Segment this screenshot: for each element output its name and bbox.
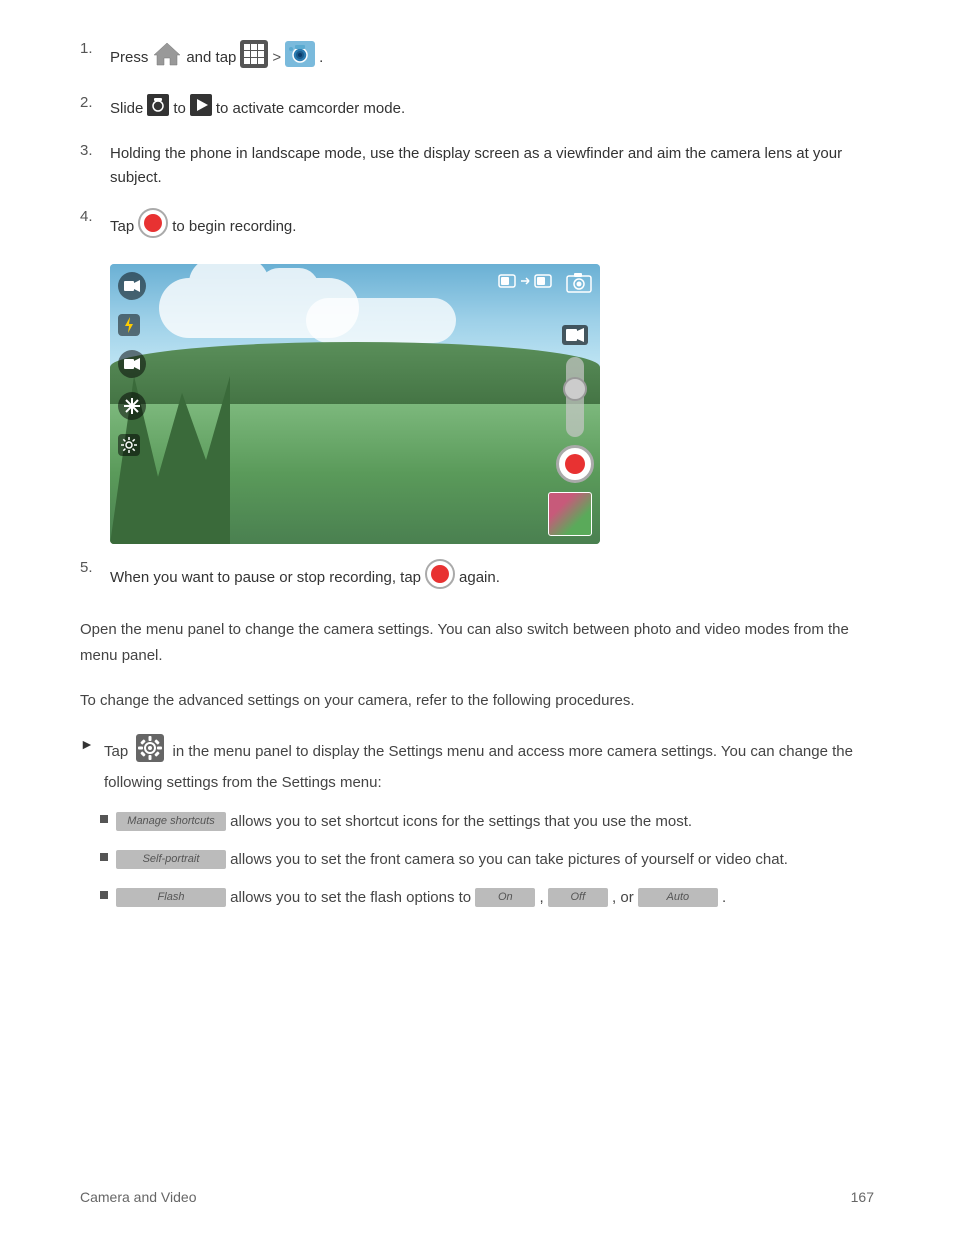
bullet-content-3: Flash allows you to set the flash option… bbox=[116, 886, 726, 910]
flash-option-2: Off bbox=[548, 888, 608, 908]
settings-gear-icon bbox=[136, 734, 164, 771]
step4-begin-label: to begin recording. bbox=[172, 215, 296, 239]
cam-icon-flash bbox=[118, 314, 140, 336]
bullet-content-2: Self-portrait allows you to set the fron… bbox=[116, 848, 788, 872]
cam-icon-scene bbox=[118, 350, 146, 378]
step-4-content: Tap to begin recording. bbox=[110, 208, 296, 246]
arrow-tap-label: Tap bbox=[104, 743, 128, 760]
step4-tap-label: Tap bbox=[110, 215, 134, 239]
footer-chapter-label: Camera and Video bbox=[80, 1189, 196, 1205]
bullet-marker-1 bbox=[100, 815, 108, 823]
step-5-content: When you want to pause or stop recording… bbox=[110, 559, 500, 597]
arrow-item-content: Tap in the menu panel to display the Set… bbox=[104, 734, 874, 796]
cam-icon-effects bbox=[118, 392, 146, 420]
flash-option-3: Auto bbox=[638, 888, 718, 908]
cam-icon-settings bbox=[118, 434, 140, 456]
step-1-content: Press and tap bbox=[110, 40, 323, 76]
bullet-list: Manage shortcuts allows you to set short… bbox=[100, 810, 874, 910]
step5-text-after: again. bbox=[459, 566, 500, 590]
step-number-3: 3. bbox=[80, 142, 110, 159]
step1-press-label: Press bbox=[110, 46, 148, 70]
step-2-content: Slide to to activate camcorder mode. bbox=[110, 94, 405, 124]
bullet-item-1: Manage shortcuts allows you to set short… bbox=[100, 810, 874, 834]
arrow-item-tap-gear: ► Tap in the menu panel to display the S… bbox=[80, 734, 874, 796]
record-button-icon bbox=[138, 208, 168, 246]
page-footer: Camera and Video 167 bbox=[80, 1189, 874, 1205]
step-number-5: 5. bbox=[80, 559, 110, 576]
step-3-content: Holding the phone in landscape mode, use… bbox=[110, 142, 874, 190]
and-tap-label: and tap bbox=[186, 46, 236, 70]
step-5: 5. When you want to pause or stop record… bbox=[80, 559, 874, 597]
cam-video-small-icon bbox=[562, 325, 588, 345]
step1-period: . bbox=[319, 46, 323, 70]
bullet2-text: allows you to set the front camera so yo… bbox=[230, 851, 788, 868]
bullet-item-2: Self-portrait allows you to set the fron… bbox=[100, 848, 874, 872]
arrow-item-middle-text: in the menu panel to display the Setting… bbox=[104, 743, 853, 791]
bullet-content-1: Manage shortcuts allows you to set short… bbox=[116, 810, 692, 834]
bullet2-placeholder-label: Self-portrait bbox=[116, 850, 226, 870]
paragraph-menu-panel: Open the menu panel to change the camera… bbox=[80, 617, 874, 668]
home-button-icon bbox=[152, 41, 182, 75]
step-number-1: 1. bbox=[80, 40, 110, 57]
footer-page-number: 167 bbox=[851, 1189, 874, 1205]
camera-left-icons bbox=[118, 272, 146, 456]
paragraph-advanced-settings: To change the advanced settings on your … bbox=[80, 688, 874, 714]
cam-record-inner-circle bbox=[565, 454, 585, 474]
flash-comma-1: , bbox=[540, 889, 544, 906]
camera-top-right-icons bbox=[498, 272, 552, 290]
camera-app-icon bbox=[285, 41, 315, 75]
apps-grid-icon bbox=[240, 40, 268, 76]
flash-option-1: On bbox=[475, 888, 535, 908]
step2-activate-label: to activate camcorder mode. bbox=[216, 97, 405, 121]
cam-zoom-slider bbox=[566, 357, 584, 437]
flash-period: . bbox=[722, 889, 726, 906]
step-number-2: 2. bbox=[80, 94, 110, 111]
step2-slide-label: Slide bbox=[110, 97, 143, 121]
cam-record-button[interactable] bbox=[556, 445, 594, 483]
bullet1-placeholder-label: Manage shortcuts bbox=[116, 812, 226, 832]
step-3: 3. Holding the phone in landscape mode, … bbox=[80, 142, 874, 190]
camera-viewfinder bbox=[110, 264, 600, 544]
step-2: 2. Slide to to activate camcorder mode. bbox=[80, 94, 874, 124]
step-1: 1. Press and tap bbox=[80, 40, 874, 76]
cam-icon-video-camera bbox=[118, 272, 146, 300]
step2-to-label: to bbox=[173, 97, 186, 121]
flash-comma-2: , or bbox=[612, 889, 634, 906]
video-mode-icon bbox=[190, 94, 212, 124]
step5-record-icon bbox=[425, 559, 455, 597]
arrow-bullet-marker: ► bbox=[80, 736, 96, 752]
bullet-marker-2 bbox=[100, 853, 108, 861]
gt-symbol: > bbox=[272, 46, 281, 70]
bullet3-placeholder-label: Flash bbox=[116, 888, 226, 908]
step5-text-before: When you want to pause or stop recording… bbox=[110, 566, 421, 590]
step3-text: Holding the phone in landscape mode, use… bbox=[110, 142, 874, 190]
bullet-item-3: Flash allows you to set the flash option… bbox=[100, 886, 874, 910]
cam-storage-icons bbox=[498, 272, 552, 290]
cam-last-photo-thumbnail bbox=[548, 492, 592, 536]
step-4: 4. Tap to begin recording. bbox=[80, 208, 874, 246]
bullet1-text: allows you to set shortcut icons for the… bbox=[230, 813, 692, 830]
bullet3-text-before: allows you to set the flash options to bbox=[230, 889, 471, 906]
photo-mode-icon bbox=[147, 94, 169, 124]
cam-zoom-thumb bbox=[563, 377, 587, 401]
camera-ui-overlay bbox=[110, 264, 600, 544]
step-number-4: 4. bbox=[80, 208, 110, 225]
bullet-marker-3 bbox=[100, 891, 108, 899]
